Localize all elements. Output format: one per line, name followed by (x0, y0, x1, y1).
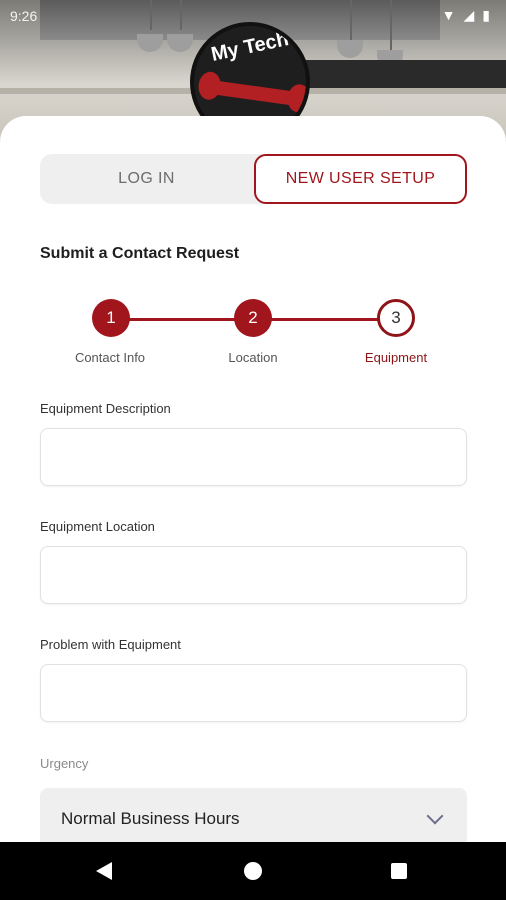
urgency-label: Urgency (40, 756, 89, 771)
step-1-circle: 1 (92, 299, 130, 337)
pan (167, 34, 193, 52)
equipment-description-input[interactable] (40, 428, 467, 486)
step-3-label: Equipment (364, 350, 428, 365)
equipment-location-input[interactable] (40, 546, 467, 604)
problem-label: Problem with Equipment (40, 637, 181, 652)
urgency-value: Normal Business Hours (61, 809, 240, 828)
chevron-down-icon (426, 807, 444, 825)
stepper: 1 2 3 Contact Info Location Equipment (40, 296, 467, 366)
tab-new-user-setup[interactable]: NEW USER SETUP (254, 154, 467, 204)
step-1-label: Contact Info (74, 350, 146, 365)
auth-tabs: LOG IN NEW USER SETUP (40, 154, 467, 204)
problem-input[interactable] (40, 664, 467, 722)
equipment-description-label: Equipment Description (40, 401, 171, 416)
step-2-label: Location (228, 350, 278, 365)
recents-icon[interactable] (391, 863, 407, 879)
status-icons: ▼ ◢ ▮ (442, 7, 490, 24)
step-3-circle: 3 (377, 299, 415, 337)
status-time: 9:26 (10, 8, 38, 24)
step-connector (110, 318, 253, 321)
battery-icon: ▮ (482, 7, 490, 23)
equipment-location-label: Equipment Location (40, 519, 155, 534)
home-icon[interactable] (244, 862, 262, 880)
page-title: Submit a Contact Request (40, 245, 240, 262)
form-card: LOG IN NEW USER SETUP Submit a Contact R… (0, 116, 506, 852)
back-icon[interactable] (96, 862, 112, 880)
signal-icon: ◢ (463, 7, 475, 23)
wifi-icon: ▼ (441, 7, 456, 23)
pan (137, 34, 163, 52)
step-2-circle: 2 (234, 299, 272, 337)
tab-log-in[interactable]: LOG IN (40, 154, 253, 204)
pan (337, 40, 363, 58)
wrench-icon (203, 79, 305, 107)
step-connector (254, 318, 397, 321)
system-nav-bar (0, 842, 506, 900)
shelf (300, 60, 506, 88)
